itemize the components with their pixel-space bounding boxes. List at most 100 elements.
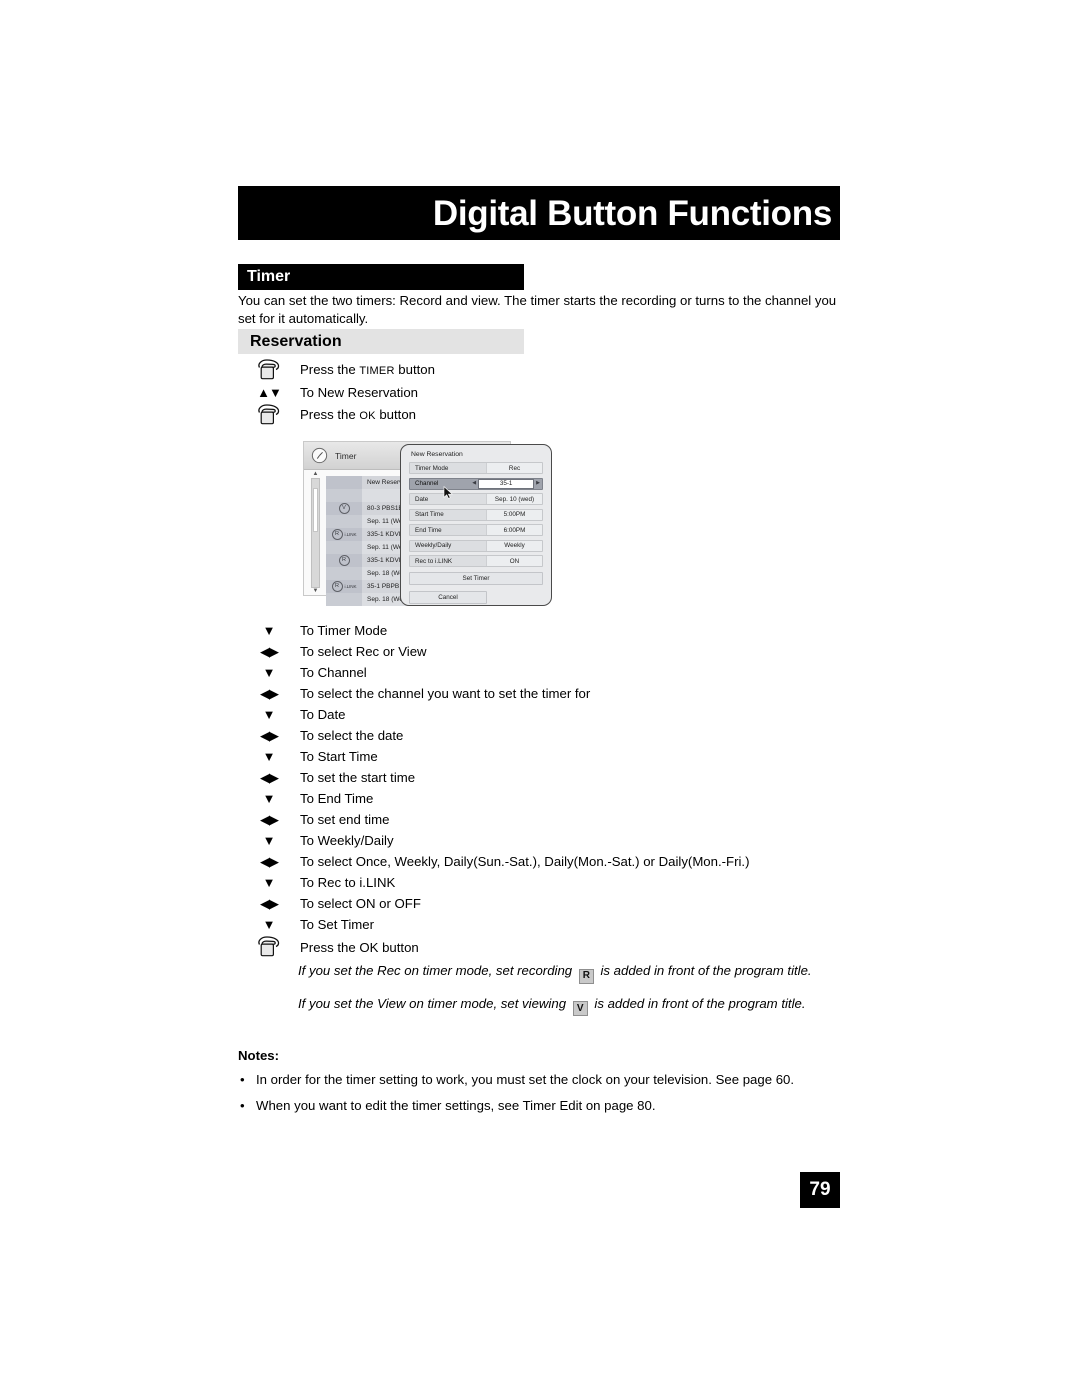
dialog-title: New Reservation — [411, 451, 463, 458]
field-label: Timer Mode — [415, 464, 449, 472]
step-text: Press the OK button — [300, 939, 419, 955]
up-down-arrows-icon: ▲▼ — [257, 385, 282, 400]
field-channel[interactable]: Channel ◀ 35-1 ▶ — [409, 477, 543, 490]
field-label: End Time — [415, 526, 442, 534]
note-text: In order for the timer setting to work, … — [256, 1072, 795, 1087]
left-right-arrows-icon: ◀▶ — [260, 644, 279, 659]
tv-window-title: Timer — [335, 450, 357, 461]
row-badges: V — [326, 502, 362, 515]
row-badges — [326, 515, 362, 528]
down-arrow-icon: ▼ — [262, 749, 276, 764]
field-value: Rec — [486, 463, 542, 473]
step-row: ◀▶ To set the start time — [238, 767, 878, 788]
step-text: To select the date — [300, 728, 404, 743]
note-item: • In order for the timer setting to work… — [238, 1071, 842, 1089]
field-start-time[interactable]: Start Time 5:00PM — [409, 508, 543, 521]
row-badges — [326, 541, 362, 554]
step-row: ▼ To Date — [238, 704, 878, 725]
ilink-badge-icon: i.LINK — [344, 583, 357, 589]
step-row: Press the OK button — [238, 403, 858, 427]
button-name-ok: OK — [359, 409, 376, 422]
scroll-up-arrow[interactable]: ▲ — [311, 471, 320, 478]
row-badges: R — [326, 554, 362, 567]
scrollbar-thumb[interactable] — [313, 488, 318, 532]
left-arrow-icon[interactable]: ◀ — [470, 481, 478, 486]
step-text: To set the start time — [300, 770, 416, 785]
step-row: ▼ To End Time — [238, 788, 878, 809]
row-badges — [326, 476, 362, 489]
step-text: To New Reservation — [300, 385, 419, 400]
step-row: ▼ To Timer Mode — [238, 620, 878, 641]
step-text: To Rec to i.LINK — [300, 875, 396, 890]
hand-press-icon — [238, 935, 300, 959]
intro-paragraph: You can set the two timers: Record and v… — [238, 293, 837, 326]
view-badge-icon: V — [338, 502, 350, 514]
cancel-button[interactable]: Cancel — [409, 591, 487, 604]
step-row: ▼ To Channel — [238, 662, 878, 683]
field-timer-mode[interactable]: Timer Mode Rec — [409, 462, 543, 474]
step-row: ◀▶ To select ON or OFF — [238, 893, 878, 914]
step-row: ▼ To Weekly/Daily — [238, 830, 878, 851]
step-row: ◀▶ To select Once, Weekly, Daily(Sun.-Sa… — [238, 851, 878, 872]
field-label: Rec to i.LINK — [415, 557, 453, 565]
view-badge-icon: V — [572, 1001, 588, 1016]
step-row: ▼ To Rec to i.LINK — [238, 872, 878, 893]
right-arrow-icon[interactable]: ▶ — [534, 481, 542, 486]
step-text: Press the TIMER button — [300, 361, 435, 377]
section-heading-timer: Timer — [238, 264, 524, 290]
note-text: When you want to edit the timer settings… — [256, 1097, 656, 1113]
down-arrow-icon: ▼ — [262, 707, 276, 722]
step-row: Press the TIMER button — [238, 358, 858, 382]
italic-notes-block: If you set the Rec on timer mode, set re… — [298, 962, 854, 1027]
page-title: Digital Button Functions — [432, 193, 832, 233]
bullet-icon: • — [240, 1097, 245, 1113]
field-value: Weekly — [486, 540, 542, 551]
set-timer-button[interactable]: Set Timer — [409, 572, 543, 585]
step-text: To select ON or OFF — [300, 896, 421, 911]
tv-list-scrollbar[interactable] — [311, 478, 320, 588]
field-weekly-daily[interactable]: Weekly/Daily Weekly — [409, 539, 543, 552]
button-name-timer: TIMER — [359, 364, 395, 377]
section-heading-label: Timer — [247, 268, 291, 285]
step-text: To Date — [300, 707, 346, 722]
step-text: To select the channel you want to set th… — [300, 686, 591, 701]
bullet-icon: • — [240, 1072, 245, 1087]
italic-note-after: is added in front of the program title. — [600, 963, 812, 978]
down-arrow-icon: ▼ — [262, 791, 276, 806]
step-row: ◀▶ To set end time — [238, 809, 878, 830]
row-badges: R i.LINK — [326, 528, 362, 541]
tv-menu-screenshot: Timer ▲ ▼ New Reservation V 80-3 PBS1E S… — [303, 441, 553, 608]
row-badges — [326, 593, 362, 606]
field-rec-to-ilink[interactable]: Rec to i.LINK ON — [409, 555, 543, 567]
italic-note-before: If you set the View on timer mode, set v… — [298, 995, 567, 1011]
notes-list: • In order for the timer setting to work… — [238, 1071, 842, 1122]
row-badges — [326, 489, 362, 502]
field-value: Sep. 10 (wed) — [486, 494, 542, 504]
field-label: Channel — [415, 480, 439, 487]
field-value: 35-1 — [478, 478, 535, 489]
page-number: 79 — [800, 1172, 840, 1208]
field-value: 5:00PM — [486, 509, 542, 520]
row-badges — [326, 567, 362, 580]
subsection-heading-label: Reservation — [250, 332, 342, 350]
cursor-pointer-icon — [443, 486, 453, 499]
step-row: ◀▶ To select Rec or View — [238, 641, 878, 662]
step-text: To set end time — [300, 812, 390, 827]
row-badges: R i.LINK — [326, 580, 362, 593]
step-text: To Weekly/Daily — [300, 833, 394, 848]
step-text: To End Time — [300, 791, 374, 806]
left-right-arrows-icon: ◀▶ — [260, 728, 279, 743]
steps-after-screenshot: ▼ To Timer Mode ◀▶ To select Rec or View… — [238, 620, 878, 959]
step-text: Press the OK button — [300, 406, 417, 422]
scroll-down-arrow[interactable]: ▼ — [311, 588, 320, 595]
step-row: ◀▶ To select the channel you want to set… — [238, 683, 878, 704]
step-text: To select Once, Weekly, Daily(Sun.-Sat.)… — [300, 854, 750, 869]
step-text: To select Rec or View — [300, 644, 427, 659]
field-end-time[interactable]: End Time 6:00PM — [409, 524, 543, 536]
ilink-badge-icon: i.LINK — [344, 531, 357, 537]
notes-heading: Notes: — [238, 1048, 280, 1063]
field-date[interactable]: Date Sep. 10 (wed) — [409, 493, 543, 505]
field-value: 6:00PM — [486, 525, 542, 535]
italic-note-after: is added in front of the program title. — [594, 995, 806, 1011]
field-label: Weekly/Daily — [415, 542, 452, 549]
